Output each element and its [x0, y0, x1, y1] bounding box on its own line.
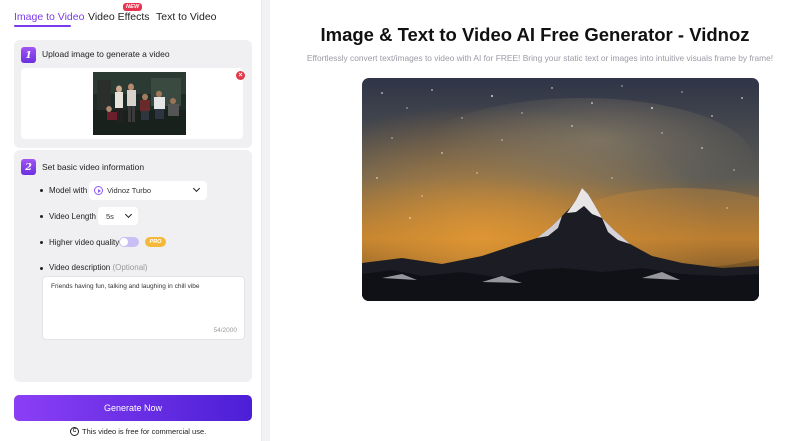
generate-now-button[interactable]: Generate Now	[14, 395, 252, 421]
step-1-badge: 1	[21, 47, 36, 63]
preview-image	[362, 78, 759, 301]
video-length-select[interactable]: 5s	[98, 207, 138, 225]
video-length-label: Video Length	[49, 212, 97, 221]
upload-dropzone[interactable]: ×	[21, 68, 245, 139]
model-select[interactable]: Vidnoz Turbo	[89, 181, 207, 200]
video-quality-toggle[interactable]	[119, 237, 139, 247]
bullet	[40, 241, 43, 244]
model-icon	[94, 186, 103, 195]
settings-section-title: Set basic video information	[42, 162, 145, 172]
video-description-value: Friends having fun, talking and laughing…	[51, 283, 200, 290]
video-description-input[interactable]: Friends having fun, talking and laughing…	[42, 276, 245, 340]
optional-hint: (Optional)	[112, 263, 148, 272]
page-subtitle: Effortlessly convert text/images to vide…	[306, 53, 774, 63]
night-sky-mountain-image	[362, 78, 759, 301]
model-value: Vidnoz Turbo	[107, 186, 152, 195]
upload-section-title: Upload image to generate a video	[42, 49, 170, 59]
new-badge: NEW	[123, 3, 143, 11]
left-panel: Image to Video Video Effects NEW Text to…	[0, 0, 262, 441]
bullet	[40, 267, 43, 270]
chevron-down-icon	[124, 210, 133, 219]
bullet	[40, 215, 43, 218]
toggle-knob	[120, 238, 128, 246]
pro-badge: PRO	[145, 237, 166, 247]
commercial-use-note: This video is free for commercial use.	[82, 427, 207, 436]
tab-video-effects[interactable]: Video Effects	[88, 11, 150, 23]
video-quality-label: Higher video quality	[49, 238, 120, 247]
main-panel: Image & Text to Video AI Free Generator …	[270, 0, 800, 441]
step-2-badge: 2	[21, 159, 36, 175]
chevron-down-icon	[192, 184, 201, 193]
page-title: Image & Text to Video AI Free Generator …	[320, 24, 750, 45]
bullet	[40, 189, 43, 192]
video-length-value: 5s	[106, 212, 114, 221]
remove-image-button[interactable]: ×	[236, 71, 245, 80]
uploaded-image	[93, 72, 186, 135]
copyright-icon: C	[70, 427, 79, 436]
uploaded-image-thumbnail	[93, 72, 186, 135]
video-description-label-text: Video description	[49, 263, 111, 272]
tab-text-to-video[interactable]: Text to Video	[156, 11, 217, 23]
tab-bar: Image to Video Video Effects NEW Text to…	[0, 0, 262, 30]
character-count: 54/2000	[213, 327, 238, 334]
video-description-label: Video description (Optional)	[49, 263, 148, 272]
tab-image-to-video[interactable]: Image to Video	[14, 11, 84, 23]
active-tab-indicator	[14, 25, 71, 27]
model-label: Model with	[49, 186, 88, 195]
upload-section: 1 Upload image to generate a video ×	[14, 40, 252, 148]
